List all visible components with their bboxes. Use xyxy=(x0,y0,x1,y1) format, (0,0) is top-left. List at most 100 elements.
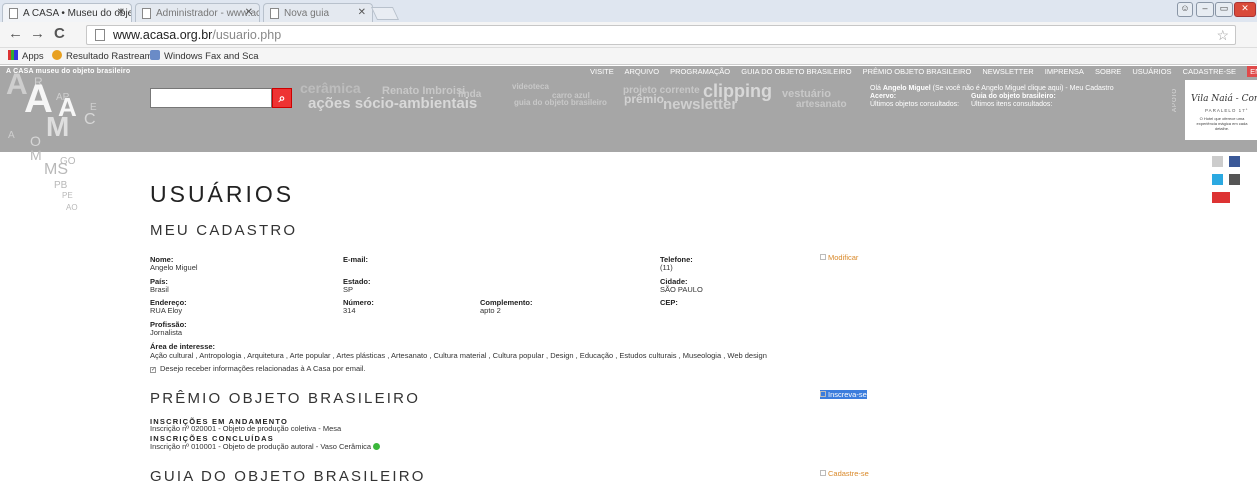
plus-box-icon xyxy=(820,391,826,397)
endereco-value: RUA Eloy xyxy=(150,306,183,315)
bookmark-apps[interactable]: Apps xyxy=(8,50,44,62)
svg-text:GO: GO xyxy=(60,156,76,167)
site-header: A CASA museu do objeto brasileiro VISITE… xyxy=(0,66,1257,152)
area-value: Ação cultural , Antropologia , Arquitetu… xyxy=(150,351,767,360)
section-title-guia: GUIA DO OBJETO BRASILEIRO xyxy=(150,468,426,485)
svg-text:E: E xyxy=(90,102,97,113)
tag-premio[interactable]: prêmio xyxy=(624,92,664,106)
sponsor-banner[interactable]: Vila Naiá - Corumbau PARALELO 17° O Hote… xyxy=(1185,80,1257,140)
close-window-button[interactable]: ✕ xyxy=(1234,2,1256,17)
user-name: Angelo Miguel xyxy=(882,85,931,92)
page-icon xyxy=(95,29,105,41)
telefone-value: (11) xyxy=(660,263,673,272)
cidade-value: SÃO PAULO xyxy=(660,285,703,294)
complemento-value: apto 2 xyxy=(480,306,501,315)
svg-text:R: R xyxy=(34,75,43,89)
email-label: E-mail: xyxy=(343,255,369,264)
nav-usuarios[interactable]: USUÁRIOS xyxy=(1132,67,1171,76)
nav-imprensa[interactable]: IMPRENSA xyxy=(1045,67,1084,76)
youtube-icon[interactable] xyxy=(1212,192,1230,203)
user-panel: Olá Angelo Miguel (Se você não é Angelo … xyxy=(870,85,1114,108)
page-icon xyxy=(142,8,151,19)
svg-text:PE: PE xyxy=(62,191,73,200)
back-icon[interactable]: ← xyxy=(8,25,23,42)
user-greeting[interactable]: (Se você não é Angelo Miguel clique aqui… xyxy=(933,85,1114,92)
close-tab-icon[interactable]: ✕ xyxy=(117,7,125,18)
estado-value: SP xyxy=(343,285,354,294)
apoio-label: APOIO xyxy=(1172,88,1178,113)
check-circle-icon xyxy=(373,443,381,450)
numero-value: 314 xyxy=(343,306,356,315)
profissao-value: Jornalista xyxy=(150,328,183,337)
tag-guia-do-objeto-brasileiro[interactable]: guia do objeto brasileiro xyxy=(514,98,607,107)
svg-text:C: C xyxy=(84,111,96,128)
svg-text:AO: AO xyxy=(66,203,78,212)
page-icon xyxy=(9,8,18,19)
bookmark-icon xyxy=(52,50,62,60)
twitter-icon[interactable] xyxy=(1212,174,1223,185)
url-field[interactable]: www.acasa.org.br/usuario.php ☆ xyxy=(86,25,1236,45)
svg-text:PB: PB xyxy=(54,180,68,191)
close-tab-icon[interactable]: ✕ xyxy=(358,7,366,18)
reload-icon[interactable]: C xyxy=(54,25,65,42)
browser-tab-strip: A CASA • Museu do obje ✕ Administrador -… xyxy=(0,0,1257,22)
svg-text:M: M xyxy=(30,147,42,163)
inscricao-andamento-item[interactable]: Inscrição nº 020001 - Objeto de produção… xyxy=(150,425,341,433)
vimeo-icon[interactable] xyxy=(1229,174,1241,185)
tag-ceramica[interactable]: cerâmica xyxy=(300,80,361,96)
minimize-button[interactable]: – xyxy=(1196,2,1214,17)
email-icon[interactable] xyxy=(1212,156,1223,167)
nav-cadastre-se[interactable]: CADASTRE-SE xyxy=(1183,67,1236,76)
search-input[interactable] xyxy=(150,88,272,108)
tag-videoteca[interactable]: videoteca xyxy=(512,82,549,91)
apps-icon xyxy=(8,50,18,60)
inscricao-concluida-item[interactable]: Inscrição nº 010001 - Objeto de produção… xyxy=(150,443,381,451)
facebook-icon[interactable] xyxy=(1229,156,1241,167)
bookmark-windows-fax[interactable]: Windows Fax and Sca xyxy=(150,50,259,62)
forward-icon[interactable]: → xyxy=(30,25,45,42)
plus-box-icon xyxy=(820,254,826,260)
nav-arquivo[interactable]: ARQUIVO xyxy=(624,67,659,76)
inscreva-se-link[interactable]: Inscreva-se xyxy=(820,390,867,399)
search-button[interactable]: ⌕ xyxy=(272,88,292,108)
cep-label: CEP: xyxy=(660,298,678,307)
plus-box-icon xyxy=(820,470,826,476)
bookmarks-bar: Apps Resultado Rastreame Windows Fax and… xyxy=(0,48,1257,65)
bookmark-star-icon[interactable]: ☆ xyxy=(1216,27,1229,44)
fax-icon xyxy=(150,50,160,60)
close-tab-icon[interactable]: ✕ xyxy=(245,7,253,18)
modify-link[interactable]: Modificar xyxy=(820,253,858,262)
svg-text:AP: AP xyxy=(56,92,70,103)
tag-clipping[interactable]: clipping xyxy=(703,81,772,102)
nav-premio[interactable]: PRÊMIO OBJETO BRASILEIRO xyxy=(863,67,972,76)
tab-acasa[interactable]: A CASA • Museu do obje ✕ xyxy=(2,3,132,22)
social-links xyxy=(1212,156,1257,203)
maximize-button[interactable]: ▭ xyxy=(1215,2,1233,17)
search-icon: ⌕ xyxy=(278,91,286,105)
tab-administrador[interactable]: Administrador - www.aca ✕ xyxy=(135,3,260,22)
newsletter-checkbox[interactable]: ✓ xyxy=(150,367,156,373)
nav-programacao[interactable]: PROGRAMAÇÃO xyxy=(670,67,730,76)
section-title-premio: PRÊMIO OBJETO BRASILEIRO xyxy=(150,390,421,407)
nome-value: Angelo Miguel xyxy=(150,263,198,272)
page-title: USUÁRIOS xyxy=(150,181,295,207)
cadastre-se-link[interactable]: Cadastre-se xyxy=(820,469,869,478)
pais-value: Brasil xyxy=(150,285,169,294)
tag-artesanato[interactable]: artesanato xyxy=(796,99,847,110)
main-nav: VISITE ARQUIVO PROGRAMAÇÃO GUIA DO OBJET… xyxy=(590,66,1257,79)
acasa-logo[interactable]: A A M A C R AP E A O M MS PB PE AO GO xyxy=(0,66,150,226)
svg-text:A: A xyxy=(8,130,15,141)
user-icon[interactable]: ☺ xyxy=(1177,2,1193,17)
tag-acoes-socio-ambientais[interactable]: ações sócio-ambientais xyxy=(308,95,477,112)
new-tab-button[interactable] xyxy=(370,7,400,20)
nav-en[interactable]: EN xyxy=(1247,66,1257,77)
nav-guia[interactable]: GUIA DO OBJETO BRASILEIRO xyxy=(741,67,851,76)
newsletter-option[interactable]: ✓ Desejo receber informações relacionadas… xyxy=(150,365,366,373)
tab-nova-guia[interactable]: Nova guia ✕ xyxy=(263,3,373,22)
nav-visite[interactable]: VISITE xyxy=(590,67,614,76)
bookmark-rastreamento[interactable]: Resultado Rastreame xyxy=(52,50,158,62)
nav-sobre[interactable]: SOBRE xyxy=(1095,67,1121,76)
address-bar-row: ← → C www.acasa.org.br/usuario.php ☆ xyxy=(0,22,1257,48)
nav-newsletter[interactable]: NEWSLETTER xyxy=(982,67,1033,76)
area-label: Área de interesse: xyxy=(150,342,216,351)
